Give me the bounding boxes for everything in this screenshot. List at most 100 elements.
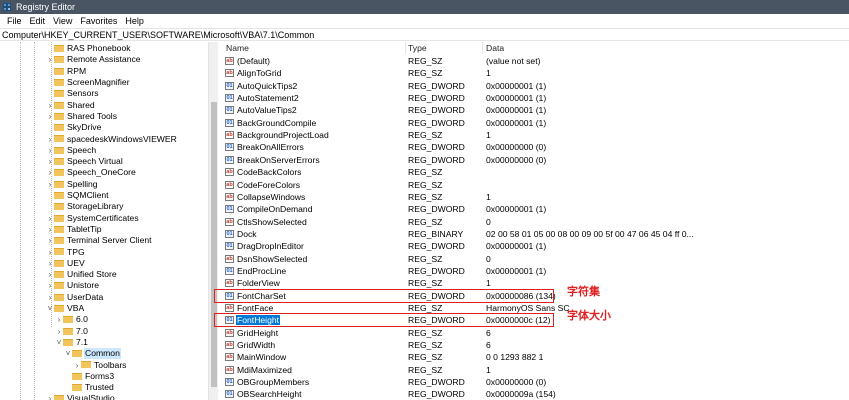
value-row[interactable]: 01 BackGroundCompile REG_DWORD 0x00000001 (… bbox=[221, 117, 849, 129]
value-row[interactable]: ab CtlsShowSelected REG_SZ 0 bbox=[221, 216, 849, 228]
column-divider[interactable] bbox=[482, 42, 483, 54]
tree-item[interactable]: › TPG bbox=[0, 246, 208, 257]
tree-item[interactable]: › UEV bbox=[0, 258, 208, 269]
value-row[interactable]: ab BackgroundProjectLoad REG_SZ 1 bbox=[221, 129, 849, 141]
tree-scrollbar-thumb[interactable] bbox=[211, 102, 217, 387]
column-name[interactable]: Name bbox=[226, 43, 249, 53]
value-row[interactable]: 01 CompileOnDemand REG_DWORD 0x00000001 (1) bbox=[221, 203, 849, 215]
chevron-right-icon[interactable]: › bbox=[46, 156, 54, 167]
chevron-right-icon[interactable]: › bbox=[46, 145, 54, 156]
menu-edit[interactable]: Edit bbox=[26, 16, 50, 26]
reg-sz-icon: ab bbox=[225, 217, 234, 226]
value-data: 1 bbox=[486, 68, 491, 79]
value-row[interactable]: 01 AutoStatement2 REG_DWORD 0x00000001 (1) bbox=[221, 92, 849, 104]
tree-item[interactable]: ˅ VBA bbox=[0, 303, 208, 314]
chevron-right-icon[interactable]: › bbox=[46, 179, 54, 190]
value-row[interactable]: ab GridHeight REG_SZ 6 bbox=[221, 327, 849, 339]
chevron-down-icon[interactable]: ˅ bbox=[55, 337, 63, 348]
chevron-right-icon[interactable]: › bbox=[55, 314, 63, 325]
chevron-right-icon[interactable]: › bbox=[46, 247, 54, 258]
menu-help[interactable]: Help bbox=[121, 16, 148, 26]
tree-item[interactable]: ˅ Common bbox=[0, 348, 208, 360]
tree-item[interactable]: › spacedeskWindowsVIEWER bbox=[0, 133, 208, 144]
folder-icon bbox=[54, 56, 64, 64]
tree-item[interactable]: StorageLibrary bbox=[0, 201, 208, 212]
tree-item[interactable]: Forms3 bbox=[0, 371, 208, 382]
value-row[interactable]: ab (Default) REG_SZ (value not set) bbox=[221, 55, 849, 67]
value-data: 0x00000000 (0) bbox=[486, 142, 547, 153]
chevron-right-icon[interactable]: › bbox=[46, 224, 54, 235]
chevron-right-icon[interactable]: › bbox=[46, 213, 54, 224]
tree-item[interactable]: RPM bbox=[0, 66, 208, 77]
tree-item[interactable]: Sensors bbox=[0, 88, 208, 99]
value-row[interactable]: ab DsnShowSelected REG_SZ 0 bbox=[221, 253, 849, 265]
value-row[interactable]: ab CollapseWindows REG_SZ 1 bbox=[221, 191, 849, 203]
value-row[interactable]: 01 BreakOnAllErrors REG_DWORD 0x00000000 (0… bbox=[221, 141, 849, 153]
menu-favorites[interactable]: Favorites bbox=[76, 16, 121, 26]
value-row[interactable]: 01 OBSearchHeight REG_DWORD 0x0000009a (154… bbox=[221, 388, 849, 400]
tree-item[interactable]: › 6.0 bbox=[0, 314, 208, 325]
tree-item[interactable]: › Speech Virtual bbox=[0, 156, 208, 167]
chevron-right-icon[interactable]: › bbox=[46, 111, 54, 122]
value-name: CtlsShowSelected bbox=[237, 216, 307, 227]
chevron-right-icon[interactable]: › bbox=[46, 292, 54, 303]
chevron-right-icon[interactable]: › bbox=[46, 54, 54, 65]
tree-item[interactable]: › Speech bbox=[0, 145, 208, 156]
chevron-right-icon[interactable]: › bbox=[46, 167, 54, 178]
value-row[interactable]: ab MainWindow REG_SZ 0 0 1293 882 1 bbox=[221, 351, 849, 363]
tree-item[interactable]: › Unified Store bbox=[0, 269, 208, 280]
address-bar[interactable]: Computer\HKEY_CURRENT_USER\SOFTWARE\Micr… bbox=[0, 28, 849, 41]
tree-item[interactable]: SQMClient bbox=[0, 190, 208, 201]
tree-item[interactable]: › Remote Assistance bbox=[0, 54, 208, 65]
tree-item[interactable]: › VisualStudio bbox=[0, 393, 208, 400]
chevron-right-icon[interactable]: › bbox=[46, 235, 54, 246]
tree-item[interactable]: › UserData bbox=[0, 292, 208, 303]
value-row[interactable]: 01 AutoQuickTips2 REG_DWORD 0x00000001 (1) bbox=[221, 80, 849, 92]
chevron-right-icon[interactable]: › bbox=[46, 393, 54, 400]
menu-file[interactable]: File bbox=[3, 16, 26, 26]
tree-item[interactable]: › Spelling bbox=[0, 179, 208, 190]
window-title: Registry Editor bbox=[16, 2, 76, 12]
value-type: REG_DWORD bbox=[408, 142, 465, 153]
chevron-right-icon[interactable]: › bbox=[46, 100, 54, 111]
value-row[interactable]: ab AlignToGrid REG_SZ 1 bbox=[221, 67, 849, 79]
tree-item[interactable]: › Toolbars bbox=[0, 359, 208, 370]
tree-item[interactable]: › SystemCertificates bbox=[0, 213, 208, 224]
value-data: 1 bbox=[486, 130, 491, 141]
value-row[interactable]: 01 EndProcLine REG_DWORD 0x00000001 (1) bbox=[221, 265, 849, 277]
value-row[interactable]: ab CodeBackColors REG_SZ bbox=[221, 166, 849, 178]
value-row[interactable]: ab CodeForeColors REG_SZ bbox=[221, 179, 849, 191]
tree-item[interactable]: Trusted bbox=[0, 382, 208, 393]
tree-item[interactable]: ScreenMagnifier bbox=[0, 77, 208, 88]
column-data[interactable]: Data bbox=[486, 43, 504, 53]
value-row[interactable]: ab MdiMaximized REG_SZ 1 bbox=[221, 364, 849, 376]
menu-view[interactable]: View bbox=[49, 16, 76, 26]
value-row[interactable]: 01 OBGroupMembers REG_DWORD 0x00000000 (0) bbox=[221, 376, 849, 388]
column-type[interactable]: Type bbox=[408, 43, 427, 53]
tree-item[interactable]: RAS Phonebook bbox=[0, 43, 208, 54]
tree-item[interactable]: › 7.0 bbox=[0, 326, 208, 337]
value-row[interactable]: 01 DragDropInEditor REG_DWORD 0x00000001 (1… bbox=[221, 240, 849, 252]
tree-scrollbar[interactable] bbox=[208, 42, 218, 400]
tree-item[interactable]: › TabletTip bbox=[0, 224, 208, 235]
chevron-right-icon[interactable]: › bbox=[73, 360, 81, 371]
chevron-right-icon[interactable]: › bbox=[46, 269, 54, 280]
tree-item[interactable]: › Speech_OneCore bbox=[0, 167, 208, 178]
value-row[interactable]: 01 Dock REG_BINARY 02 00 58 01 05 00 08 00 … bbox=[221, 228, 849, 240]
tree-item[interactable]: › Unistore bbox=[0, 280, 208, 291]
value-row[interactable]: ab GridWidth REG_SZ 6 bbox=[221, 339, 849, 351]
tree-item[interactable]: › Terminal Server Client bbox=[0, 235, 208, 246]
tree-item[interactable]: ˅ 7.1 bbox=[0, 337, 208, 348]
chevron-down-icon[interactable]: ˅ bbox=[64, 348, 72, 359]
chevron-right-icon[interactable]: › bbox=[46, 280, 54, 291]
column-divider[interactable] bbox=[405, 42, 406, 54]
chevron-down-icon[interactable]: ˅ bbox=[46, 303, 54, 314]
chevron-right-icon[interactable]: › bbox=[55, 326, 63, 337]
chevron-right-icon[interactable]: › bbox=[46, 258, 54, 269]
value-row[interactable]: 01 AutoValueTips2 REG_DWORD 0x00000001 (1) bbox=[221, 104, 849, 116]
value-row[interactable]: 01 BreakOnServerErrors REG_DWORD 0x00000000… bbox=[221, 154, 849, 166]
tree-item[interactable]: › Shared Tools bbox=[0, 111, 208, 122]
chevron-right-icon[interactable]: › bbox=[46, 134, 54, 145]
tree-item[interactable]: › Shared bbox=[0, 100, 208, 111]
tree-item[interactable]: SkyDrive bbox=[0, 122, 208, 133]
